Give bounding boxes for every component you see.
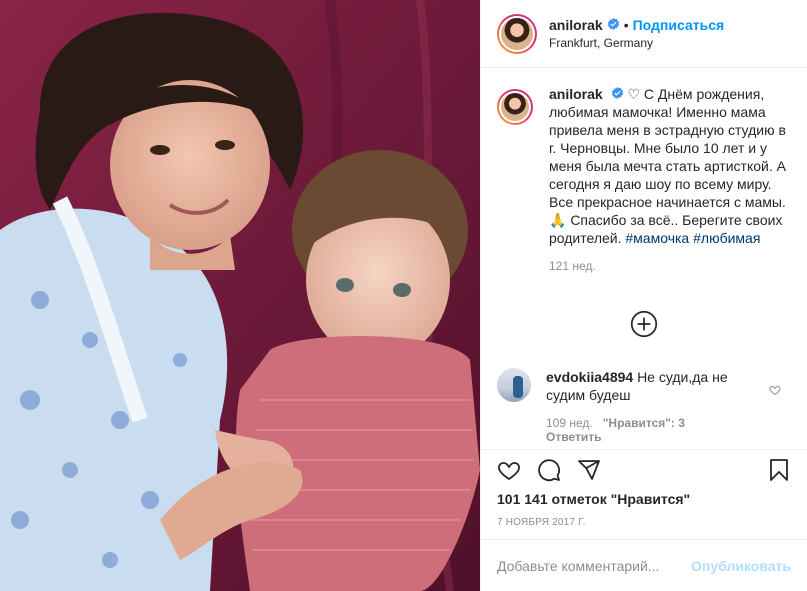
caption: anilorak ♡ С Днём рождения, любимая мамо… [497, 85, 791, 275]
post-date[interactable]: 7 НОЯБРЯ 2017 Г. [497, 517, 586, 528]
comment-item: evdokiia4894 Не суди,да не судим будеш 1… [497, 368, 791, 444]
add-comment-bar: Опубликовать [481, 539, 807, 591]
post-location[interactable]: Frankfurt, Germany [549, 34, 724, 52]
header-text: anilorak • Подписаться Frankfurt, German… [549, 16, 724, 52]
bookmark-icon[interactable] [767, 458, 791, 482]
hashtag-link[interactable]: #любимая [693, 230, 760, 246]
add-comments-icon[interactable] [630, 310, 658, 338]
post-photo[interactable] [0, 0, 480, 591]
post: anilorak • Подписаться Frankfurt, German… [0, 0, 807, 591]
comment-input[interactable] [497, 557, 692, 574]
small-heart-icon[interactable] [769, 384, 781, 396]
verified-icon [611, 87, 623, 99]
share-icon[interactable] [577, 458, 601, 482]
comment-age[interactable]: 109 нед. [546, 416, 593, 430]
comment-icon[interactable] [537, 458, 561, 482]
post-header: anilorak • Подписаться Frankfurt, German… [481, 0, 807, 68]
comments-area[interactable]: anilorak ♡ С Днём рождения, любимая мамо… [481, 69, 807, 449]
author-username[interactable]: anilorak [549, 16, 603, 34]
post-side-panel: anilorak • Подписаться Frankfurt, German… [480, 0, 807, 591]
commenter-username[interactable]: evdokiia4894 [546, 369, 633, 385]
follow-button[interactable]: Подписаться [633, 16, 725, 34]
hashtag-link[interactable]: #мамочка [625, 230, 689, 246]
heart-icon[interactable] [497, 458, 521, 482]
commenter-avatar[interactable] [497, 368, 531, 402]
caption-body: anilorak ♡ С Днём рождения, любимая мамо… [549, 85, 791, 275]
verified-icon [607, 18, 619, 30]
likes-count[interactable]: 101 141 отметок "Нравится" [497, 491, 690, 507]
caption-heart-emoji: ♡ [627, 86, 641, 102]
author-avatar[interactable] [497, 13, 537, 54]
comment-likes[interactable]: "Нравится": 3 [603, 416, 685, 430]
caption-avatar[interactable] [497, 89, 533, 125]
reply-button[interactable]: Ответить [546, 430, 601, 444]
photo-illustration [0, 0, 480, 591]
action-bar [481, 449, 807, 489]
caption-text: С Днём рождения, любимая мамочка! Именно… [549, 86, 786, 246]
comment-body: evdokiia4894 Не суди,да не судим будеш 1… [546, 368, 756, 444]
caption-username[interactable]: anilorak [549, 86, 603, 102]
separator-dot: • [623, 16, 629, 33]
comment-meta: 109 нед. "Нравится": 3 Ответить [546, 416, 756, 444]
caption-age[interactable]: 121 нед. [549, 257, 791, 275]
publish-button[interactable]: Опубликовать [691, 558, 791, 574]
